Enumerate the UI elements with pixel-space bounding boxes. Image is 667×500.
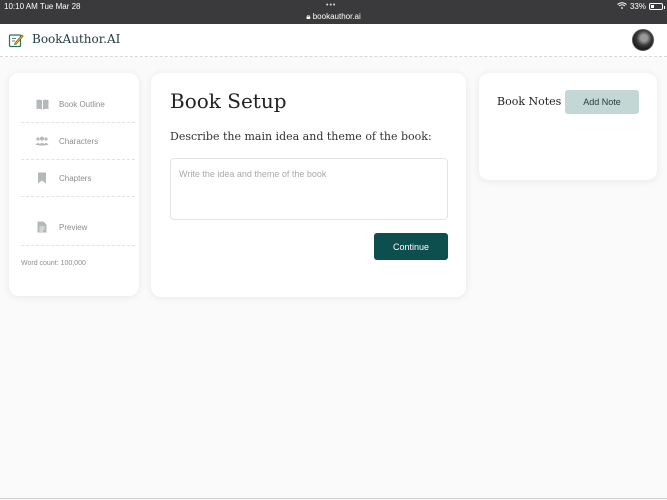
sidebar-item-label: Characters xyxy=(59,136,99,146)
sidebar-item-characters[interactable]: Characters xyxy=(21,123,135,160)
app-title[interactable]: BookAuthor.AI xyxy=(32,32,120,46)
idea-prompt-label: Describe the main idea and theme of the … xyxy=(170,130,432,143)
status-time: 10:10 AM Tue Mar 28 xyxy=(4,2,81,11)
pencil-notebook-icon[interactable] xyxy=(8,32,24,48)
url-text: bookauthor.ai xyxy=(312,12,361,21)
app-header: BookAuthor.AI xyxy=(0,24,667,57)
add-note-button[interactable]: Add Note xyxy=(565,90,639,114)
book-setup-panel: Book Setup Describe the main idea and th… xyxy=(151,73,466,297)
sidebar-item-label: Chapters xyxy=(59,173,92,183)
bookmark-icon xyxy=(35,171,49,185)
battery-icon xyxy=(649,3,665,10)
multitask-dots-icon[interactable]: ••• xyxy=(326,2,336,9)
status-right: 33% xyxy=(617,2,665,11)
word-count: Word count: 100,000 xyxy=(21,260,86,267)
book-notes-panel: Book Notes Add Note xyxy=(479,73,657,180)
avatar[interactable] xyxy=(632,29,654,51)
sidebar: Book Outline Characters Chapters Preview… xyxy=(9,73,139,296)
sidebar-item-book-outline[interactable]: Book Outline xyxy=(21,86,135,123)
bottom-divider xyxy=(0,498,667,499)
page-title: Book Setup xyxy=(170,89,287,113)
continue-button[interactable]: Continue xyxy=(374,233,448,260)
url-bar[interactable]: 🔒︎ bookauthor.ai xyxy=(0,12,667,22)
people-icon xyxy=(35,134,49,148)
sidebar-item-preview[interactable]: Preview xyxy=(21,209,135,246)
status-bar: 10:10 AM Tue Mar 28 ••• 🔒︎ bookauthor.ai… xyxy=(0,0,667,24)
sidebar-item-chapters[interactable]: Chapters xyxy=(21,160,135,197)
idea-theme-input[interactable] xyxy=(170,158,448,220)
battery-percent: 33% xyxy=(629,2,646,11)
book-open-icon xyxy=(35,97,49,111)
sidebar-item-label: Preview xyxy=(59,222,88,232)
lock-icon: 🔒︎ xyxy=(306,12,311,21)
sidebar-item-label: Book Outline xyxy=(59,99,105,109)
document-icon xyxy=(35,220,49,234)
book-notes-title: Book Notes xyxy=(497,95,562,108)
wifi-icon xyxy=(617,2,627,11)
